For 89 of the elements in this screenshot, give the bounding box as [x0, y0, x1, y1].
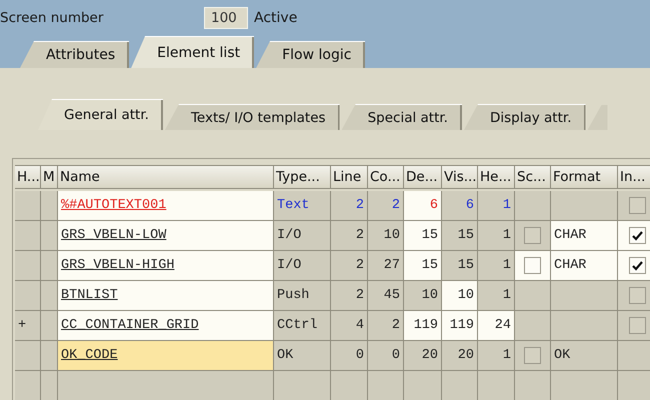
table-cell: I/O: [274, 251, 331, 281]
table-cell[interactable]: [618, 221, 650, 251]
checkbox[interactable]: [629, 227, 646, 244]
table-cell: 15: [442, 251, 478, 281]
column-header[interactable]: Line: [331, 165, 368, 189]
tab[interactable]: Display attr.: [464, 104, 586, 130]
table-cell[interactable]: 10: [442, 281, 478, 311]
checkbox[interactable]: [629, 287, 646, 304]
table-cell[interactable]: OK_CODE: [58, 341, 274, 371]
table-cell: 2: [368, 311, 404, 341]
status-text: Active: [254, 10, 298, 26]
table-cell: [551, 371, 618, 400]
table-cell: [15, 371, 41, 400]
tab[interactable]: Special attr.: [342, 104, 462, 130]
column-header[interactable]: Sc...: [515, 165, 551, 189]
table-cell: 15: [442, 221, 478, 251]
table-cell[interactable]: [618, 251, 650, 281]
screen-number-label: Screen number: [0, 10, 104, 26]
table-cell: 2: [331, 191, 368, 221]
column-header[interactable]: Name: [58, 165, 274, 189]
table-cell[interactable]: 119: [442, 311, 478, 341]
column-header[interactable]: De...: [404, 165, 442, 189]
table-cell[interactable]: %#AUTOTEXT001: [58, 191, 274, 221]
column-header[interactable]: Type...: [274, 165, 331, 189]
table-cell[interactable]: BTNLIST: [58, 281, 274, 311]
tab[interactable]: Flow logic: [256, 41, 366, 68]
table-cell: 10: [368, 221, 404, 251]
table-cell[interactable]: [515, 251, 551, 281]
table-cell[interactable]: 119: [404, 311, 442, 341]
checkbox[interactable]: [524, 257, 541, 274]
table-cell: 45: [368, 281, 404, 311]
tab[interactable]: Element list: [131, 36, 254, 68]
column-header[interactable]: Co...: [368, 165, 404, 189]
table-cell: Text: [274, 191, 331, 221]
table-cell: 27: [368, 251, 404, 281]
table-cell: [618, 371, 650, 400]
column-header[interactable]: Format: [551, 165, 618, 189]
table-cell: 1: [478, 281, 515, 311]
table-cell: 2: [331, 251, 368, 281]
table-cell: [442, 371, 478, 400]
table-cell: 20: [442, 341, 478, 371]
table-cell: 1: [478, 191, 515, 221]
table-cell[interactable]: 24: [478, 311, 515, 341]
table-cell: 6: [442, 191, 478, 221]
checkbox[interactable]: [629, 317, 646, 334]
tab[interactable]: Attributes: [20, 41, 130, 68]
table-cell[interactable]: CHAR: [551, 221, 618, 251]
checkbox[interactable]: [629, 197, 646, 214]
table-cell: Push: [274, 281, 331, 311]
checkbox[interactable]: [629, 257, 646, 274]
table-cell[interactable]: CHAR: [551, 251, 618, 281]
tab[interactable]: General attr.: [38, 99, 163, 130]
column-header[interactable]: In...: [618, 165, 650, 189]
table-cell: [331, 371, 368, 400]
table-cell: [478, 371, 515, 400]
table-cell[interactable]: 15: [404, 251, 442, 281]
column-header[interactable]: Vis...: [442, 165, 478, 189]
table-cell: [368, 371, 404, 400]
table-cell[interactable]: GRS_VBELN-HIGH: [58, 251, 274, 281]
table-cell: 1: [478, 251, 515, 281]
table-cell: CCtrl: [274, 311, 331, 341]
table-cell: 0: [331, 341, 368, 371]
table-cell: +: [15, 311, 41, 341]
checkbox[interactable]: [524, 347, 541, 364]
table-cell: [41, 371, 58, 400]
table-cell: 20: [404, 341, 442, 371]
table-cell: 10: [404, 281, 442, 311]
column-header[interactable]: M: [41, 165, 58, 189]
table-cell[interactable]: 15: [404, 221, 442, 251]
table-cell: [404, 371, 442, 400]
table-cell: 2: [331, 281, 368, 311]
table-cell: OK: [551, 341, 618, 371]
table-cell: 4: [331, 311, 368, 341]
column-header[interactable]: H...: [15, 165, 41, 189]
table-cell[interactable]: CC_CONTAINER_GRID: [58, 311, 274, 341]
tab[interactable]: Texts/ I/O templates: [164, 104, 340, 130]
table-cell: 1: [478, 341, 515, 371]
table-cell: OK: [274, 341, 331, 371]
table-cell: 2: [331, 221, 368, 251]
table-cell[interactable]: 6: [404, 191, 442, 221]
table-cell: [274, 371, 331, 400]
column-header[interactable]: He...: [478, 165, 515, 189]
table-cell: I/O: [274, 221, 331, 251]
screen-number-field[interactable]: 100: [204, 7, 248, 29]
table-cell: 0: [368, 341, 404, 371]
checkbox[interactable]: [524, 227, 541, 244]
table-cell: 1: [478, 221, 515, 251]
table-cell[interactable]: GRS_VBELN-LOW: [58, 221, 274, 251]
table-cell: 2: [368, 191, 404, 221]
